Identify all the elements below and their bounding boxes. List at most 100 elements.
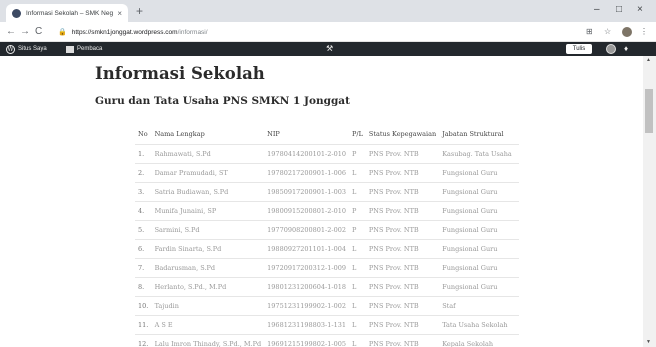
- cell-gender: P: [349, 144, 366, 164]
- browser-tab-strip: Informasi Sekolah – SMK Negeri × + – □ ×: [0, 0, 656, 22]
- cell-no: 7.: [135, 258, 152, 278]
- write-button[interactable]: Tulis: [566, 44, 592, 54]
- tab-title: Informasi Sekolah – SMK Negeri: [26, 9, 114, 17]
- cell-nip: 19720917200312-1-009: [264, 258, 349, 278]
- cell-name: Fardin Sinarta, S.Pd: [151, 239, 265, 259]
- cell-status: PNS Prov. NTB: [365, 296, 440, 316]
- table-row: 11. A S E 19681231198803-1-131 L PNS Prov. N…: [135, 315, 519, 335]
- cell-gender: L: [349, 296, 366, 316]
- profile-avatar-icon[interactable]: [622, 27, 632, 37]
- user-avatar[interactable]: [606, 44, 616, 54]
- column-header-nip: NIP: [264, 124, 349, 145]
- column-header-gender: P/L: [349, 124, 366, 145]
- table-row: 12. Lalu Imron Thinady, S.Pd., M.Pd 196912…: [135, 334, 519, 347]
- close-window-button[interactable]: ×: [637, 4, 643, 16]
- cell-name: Tajudin: [151, 296, 265, 316]
- staff-table: No Nama Lengkap NIP P/L Status Kepegawaian Ja…: [135, 124, 519, 347]
- cell-nip: 19691215199802-1-005: [264, 334, 349, 347]
- cell-no: 11.: [135, 315, 152, 335]
- url-path: /informasi/: [177, 28, 208, 36]
- reload-button[interactable]: C: [35, 25, 42, 38]
- cell-status: PNS Prov. NTB: [365, 334, 440, 347]
- browser-tab[interactable]: Informasi Sekolah – SMK Negeri ×: [6, 4, 128, 22]
- cell-nip: 19800915200801-2-010: [264, 201, 349, 221]
- forward-button[interactable]: →: [20, 25, 30, 38]
- tab-search-icon[interactable]: ⊞: [586, 26, 593, 37]
- table-row: 3. Satria Budiawan, S.Pd 19850917200901-1-…: [135, 182, 519, 202]
- cell-status: PNS Prov. NTB: [365, 258, 440, 278]
- cell-no: 10.: [135, 296, 152, 316]
- table-row: 8. Herlanto, S.Pd., M.Pd 19801231200604-1-…: [135, 277, 519, 297]
- cell-position: Fungsional Guru: [439, 258, 519, 278]
- cell-position: Fungsional Guru: [439, 163, 519, 183]
- browser-toolbar: ← → C 🔒 https://smkn1jonggat.wordpress.c…: [0, 22, 656, 42]
- cell-gender: L: [349, 277, 366, 297]
- cell-nip: 19681231198803-1-131: [264, 315, 349, 335]
- cell-nip: 19780414200101-2-010: [264, 144, 349, 164]
- cell-no: 12.: [135, 334, 152, 347]
- cell-name: Rahmawati, S.Pd: [151, 144, 265, 164]
- url-host: https://smkn1jonggat.wordpress.com: [71, 28, 178, 36]
- table-row: 5. Sarmini, S.Pd 19770908200801-2-002 P PNS …: [135, 220, 519, 240]
- cell-status: PNS Prov. NTB: [365, 315, 440, 335]
- reader-icon: [66, 45, 74, 53]
- minimize-button[interactable]: –: [594, 4, 600, 16]
- table-row: 6. Fardin Sinarta, S.Pd 19880927201101-1-0…: [135, 239, 519, 259]
- column-header-position: Jabatan Struktural: [439, 124, 519, 145]
- cell-gender: L: [349, 163, 366, 183]
- table-row: 10. Tajudin 19751231199902-1-002 L PNS Prov.…: [135, 296, 519, 316]
- cell-gender: L: [349, 239, 366, 259]
- scroll-down-icon[interactable]: ▼: [646, 339, 651, 345]
- cell-name: Sarmini, S.Pd: [151, 220, 265, 240]
- menu-icon[interactable]: ⋮: [640, 26, 648, 37]
- tab-close-icon[interactable]: ×: [117, 9, 122, 18]
- cell-status: PNS Prov. NTB: [365, 182, 440, 202]
- cell-name: A S E: [151, 315, 265, 335]
- cell-status: PNS Prov. NTB: [365, 220, 440, 240]
- table-row: 4. Munifa Junaini, SP 19800915200801-2-010…: [135, 201, 519, 221]
- cell-name: Badarusman, S.Pd: [151, 258, 265, 278]
- cell-gender: L: [349, 258, 366, 278]
- cell-nip: 19780217200901-1-006: [264, 163, 349, 183]
- maximize-button[interactable]: □: [616, 4, 622, 16]
- cell-status: PNS Prov. NTB: [365, 144, 440, 164]
- lock-icon: 🔒: [58, 29, 67, 36]
- cell-name: Satria Budiawan, S.Pd: [151, 182, 265, 202]
- section-subtitle: Guru dan Tata Usaha PNS SMKN 1 Jonggat: [95, 95, 350, 107]
- scrollbar-thumb[interactable]: [645, 89, 653, 133]
- cell-position: Tata Usaha Sekolah: [439, 315, 519, 335]
- star-icon[interactable]: ☆: [604, 26, 611, 37]
- url-text: https://smkn1jonggat.wordpress.com/infor…: [72, 29, 208, 36]
- cell-nip: 19850917200901-1-003: [264, 182, 349, 202]
- cell-nip: 19801231200604-1-018: [264, 277, 349, 297]
- scroll-up-icon[interactable]: ▲: [646, 57, 651, 63]
- table-row: 7. Badarusman, S.Pd 19720917200312-1-009 L P…: [135, 258, 519, 278]
- cell-no: 2.: [135, 163, 152, 183]
- column-header-name: Nama Lengkap: [151, 124, 265, 145]
- reader-menu[interactable]: Pembaca: [66, 42, 102, 56]
- cell-name: Herlanto, S.Pd., M.Pd: [151, 277, 265, 297]
- cell-position: Fungsional Guru: [439, 220, 519, 240]
- cell-position: Kepala Sekolah: [439, 334, 519, 347]
- cell-position: Fungsional Guru: [439, 201, 519, 221]
- wordpress-favicon-icon: [12, 8, 21, 18]
- cell-status: PNS Prov. NTB: [365, 163, 440, 183]
- cell-position: Staf: [439, 296, 519, 316]
- column-header-status: Status Kepegawaian: [365, 124, 440, 145]
- new-tab-button[interactable]: +: [136, 4, 143, 18]
- bell-icon[interactable]: ♦: [624, 43, 628, 55]
- my-site-label: Situs Saya: [18, 46, 47, 52]
- cell-gender: L: [349, 334, 366, 347]
- my-site-menu[interactable]: W Situs Saya: [6, 42, 47, 56]
- table-row: 1. Rahmawati, S.Pd 19780414200101-2-010 P PN…: [135, 144, 519, 164]
- cell-position: Fungsional Guru: [439, 277, 519, 297]
- customize-icon[interactable]: ⚒: [326, 44, 333, 54]
- cell-no: 4.: [135, 201, 152, 221]
- wordpress-logo-icon: W: [6, 44, 15, 54]
- table-row: 2. Damar Pramudadi, ST 19780217200901-1-00…: [135, 163, 519, 183]
- cell-position: Fungsional Guru: [439, 239, 519, 259]
- back-button[interactable]: ←: [6, 25, 16, 38]
- address-bar[interactable]: 🔒 https://smkn1jonggat.wordpress.com/inf…: [58, 25, 578, 39]
- reader-label: Pembaca: [77, 46, 103, 52]
- cell-status: PNS Prov. NTB: [365, 277, 440, 297]
